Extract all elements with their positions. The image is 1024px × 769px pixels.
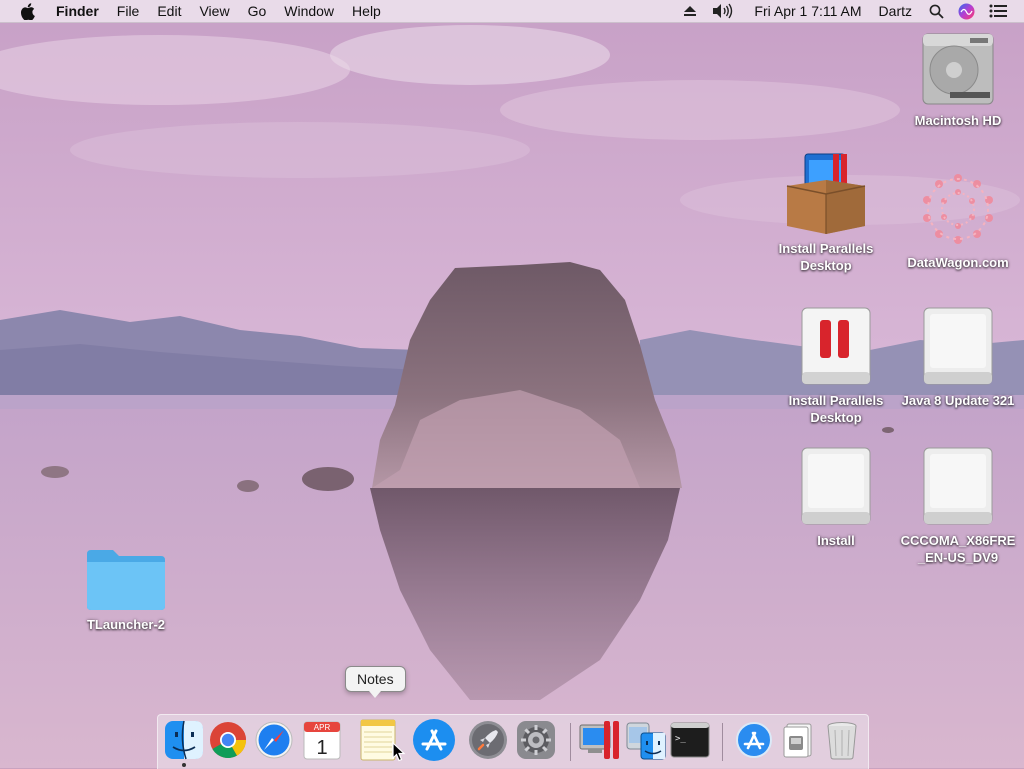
menu-user[interactable]: Dartz [869, 0, 919, 22]
notification-center-icon[interactable] [982, 4, 1014, 18]
desktop-icon-tlauncher[interactable]: TLauncher-2 [66, 546, 186, 633]
desktop-icon-macintosh-hd[interactable]: Macintosh HD [898, 30, 1018, 129]
volume-icon[interactable] [704, 3, 740, 19]
dock-terminal[interactable]: >_ [668, 717, 712, 763]
trash-icon [827, 722, 857, 760]
dock-finder[interactable] [162, 717, 206, 763]
running-indicator [182, 763, 186, 767]
desktop-icon-label: Java 8 Update 321 [901, 393, 1015, 408]
menu-help[interactable]: Help [343, 0, 390, 22]
dock-separator [570, 723, 571, 761]
desktop-icon-label: TLauncher-2 [86, 617, 165, 632]
menu-go[interactable]: Go [239, 0, 276, 22]
menu-datetime[interactable]: Fri Apr 1 7:11 AM [740, 0, 868, 22]
desktop-icon-datawagon[interactable]: DataWagon.com [898, 168, 1018, 271]
menu-view[interactable]: View [190, 0, 238, 22]
applications-folder-icon [736, 722, 772, 758]
mouse-pointer-icon [392, 742, 406, 762]
disk-image-icon [920, 306, 996, 388]
dock-calendar[interactable]: APR 1 [300, 717, 344, 763]
safari-compass-icon [255, 721, 293, 759]
datawagon-logo-icon [917, 168, 999, 250]
dock-applications-folder[interactable] [732, 717, 776, 763]
migration-assistant-icon [626, 722, 666, 760]
calendar-icon: APR 1 [303, 721, 341, 760]
desktop-icon-label: DataWagon.com [907, 255, 1009, 270]
menu-window[interactable]: Window [275, 0, 343, 22]
dock-app-store[interactable] [412, 717, 456, 763]
desktop-icon-cccoma[interactable]: CCCOMA_X86FRE_EN-US_DV9 [898, 446, 1018, 566]
dock-trash[interactable] [820, 717, 864, 763]
dock-downloads-stack[interactable] [776, 717, 820, 763]
app-store-icon [413, 719, 455, 761]
menu-bar: Finder File Edit View Go Window Help Fri… [0, 0, 1024, 23]
spotlight-search-icon[interactable] [919, 4, 951, 19]
desktop-icon-label: Install [817, 533, 855, 548]
calendar-month: APR [314, 723, 331, 732]
menu-edit[interactable]: Edit [148, 0, 190, 22]
desktop-icon-install-parallels-package[interactable]: Install Parallels Desktop [766, 152, 886, 274]
eject-icon[interactable] [676, 5, 704, 17]
dock-launchpad[interactable] [466, 717, 510, 763]
dock-migration-assistant[interactable] [624, 717, 668, 763]
gear-icon [517, 721, 555, 759]
dock: APR 1 >_ [157, 714, 869, 769]
disk-image-icon [920, 446, 996, 528]
dock-tooltip: Notes [345, 666, 406, 698]
parallels-box-icon [783, 152, 869, 236]
folder-icon [85, 546, 167, 612]
desktop-icon-label: Install Parallels Desktop [788, 393, 884, 425]
desktop-icon-label: Install Parallels Desktop [778, 241, 874, 273]
desktop-icon-label: Macintosh HD [914, 113, 1002, 128]
chrome-icon [210, 722, 247, 759]
desktop-icon-install-parallels-disk[interactable]: Install Parallels Desktop [776, 306, 896, 426]
apple-menu-icon[interactable] [20, 2, 36, 20]
dock-chrome[interactable] [206, 717, 250, 763]
disk-image-icon [798, 446, 874, 528]
documents-stack-icon [783, 723, 812, 758]
terminal-prompt: >_ [675, 734, 686, 744]
dock-system-preferences[interactable] [514, 717, 558, 763]
terminal-icon: >_ [670, 722, 710, 758]
menu-file[interactable]: File [108, 0, 149, 22]
calendar-day: 1 [316, 737, 327, 759]
hard-drive-icon [920, 30, 996, 108]
siri-icon[interactable] [951, 3, 982, 20]
rocket-icon [469, 721, 507, 759]
parallels-icon [579, 721, 619, 759]
desktop-icon-label: CCCOMA_X86FRE_EN-US_DV9 [900, 533, 1016, 565]
dock-parallels[interactable] [578, 717, 622, 763]
dock-safari[interactable] [252, 717, 296, 763]
parallels-disk-icon [798, 306, 874, 388]
desktop-icon-install[interactable]: Install [776, 446, 896, 549]
menu-app-finder[interactable]: Finder [50, 0, 108, 22]
dock-separator [722, 723, 723, 761]
finder-icon [165, 720, 203, 760]
desktop-icon-java[interactable]: Java 8 Update 321 [898, 306, 1018, 409]
